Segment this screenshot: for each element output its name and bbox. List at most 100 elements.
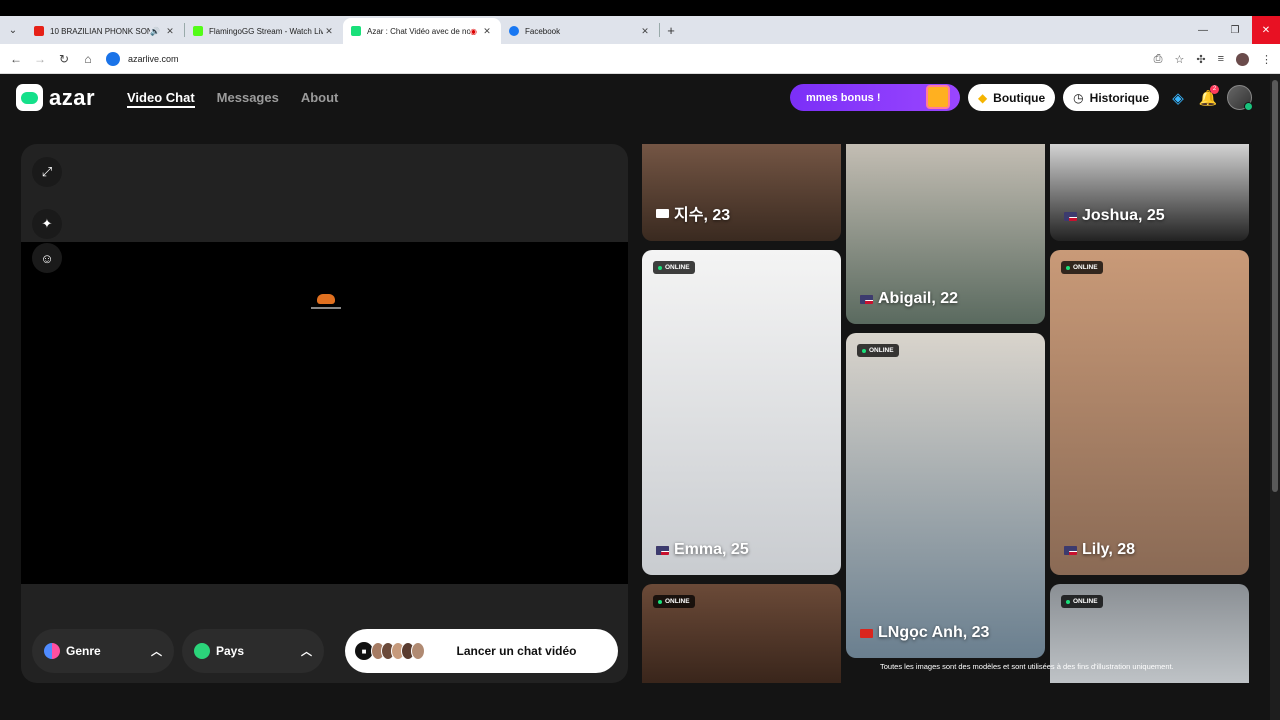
boutique-button[interactable]: ◆ Boutique: [967, 84, 1056, 111]
reload-icon[interactable]: ↻: [52, 52, 76, 66]
browser-tab-facebook[interactable]: Facebook ✕: [501, 18, 659, 44]
tab-close-icon[interactable]: ✕: [481, 26, 493, 37]
url-field[interactable]: azarlive.com: [106, 48, 1106, 70]
tab-title: Azar : Chat Vidéo avec de nouvelles: [367, 26, 471, 36]
online-dot-icon: [1066, 265, 1070, 270]
tab-close-icon[interactable]: ✕: [639, 26, 651, 37]
bonus-banner-button[interactable]: mmes bonus !: [789, 84, 960, 111]
site-info-icon[interactable]: [106, 51, 120, 66]
profile-name: LNgọc Anh, 23: [860, 624, 989, 642]
nav-video-chat[interactable]: Video Chat: [127, 90, 195, 108]
country-flag-icon: [1064, 545, 1077, 555]
clock-icon: ◷: [1073, 90, 1084, 105]
online-dot-icon: [862, 348, 866, 353]
profile-card[interactable]: Joshua, 25: [1050, 144, 1249, 241]
scrollbar-thumb[interactable]: [1272, 80, 1278, 492]
gem-wallet-icon[interactable]: ◈: [1167, 87, 1189, 109]
online-badge: ONLINE: [857, 344, 899, 357]
profile-card[interactable]: 지수, 23: [642, 144, 841, 241]
toolbar-right: ⎙ ☆ ✣ ≡ ⋮: [1154, 44, 1272, 74]
user-faces-stack: [371, 642, 425, 660]
header-actions: mmes bonus ! ◆ Boutique ◷ Historique ◈ 🔔…: [789, 84, 1253, 111]
launch-video-chat-button[interactable]: ■ Lancer un chat vidéo: [345, 629, 618, 673]
profile-card[interactable]: ONLINE LNgọc Anh, 23: [846, 333, 1045, 658]
azar-logo[interactable]: azar: [16, 84, 95, 111]
browser-tab-flamingo[interactable]: FlamingoGG Stream - Watch Live ✕: [185, 18, 343, 44]
country-flag-icon: [656, 545, 669, 555]
historique-button[interactable]: ◷ Historique: [1063, 84, 1159, 111]
online-label: ONLINE: [665, 598, 690, 605]
profile-card[interactable]: ONLINE: [642, 584, 841, 683]
new-tab-plus-icon[interactable]: +: [660, 23, 682, 38]
browser-tab-phonk[interactable]: 10 BRAZILIAN PHONK SONGS 🔊 ✕: [26, 18, 184, 44]
azar-logo-icon: [16, 84, 43, 111]
profile-card[interactable]: Abigail, 22: [846, 144, 1045, 324]
online-status-dot: [1244, 102, 1253, 111]
back-arrow-icon[interactable]: ←: [4, 52, 28, 66]
gem-icon: ◆: [977, 90, 988, 105]
genre-filter-button[interactable]: Genre ︿: [32, 629, 174, 673]
online-dot-icon: [658, 599, 662, 604]
nav-about[interactable]: About: [301, 90, 339, 108]
install-app-icon[interactable]: ⎙: [1154, 53, 1163, 66]
user-avatar[interactable]: [1227, 85, 1253, 111]
page-scrollbar[interactable]: [1270, 74, 1280, 720]
launch-label: Lancer un chat vidéo: [456, 644, 577, 658]
minimize-icon[interactable]: —: [1188, 16, 1218, 44]
browser-tab-azar[interactable]: Azar : Chat Vidéo avec de nouvelles ◉ ✕: [343, 18, 501, 44]
maximize-icon[interactable]: ❐: [1220, 16, 1250, 44]
pays-filter-button[interactable]: Pays ︿: [182, 629, 324, 673]
window-close-icon[interactable]: ✕: [1252, 16, 1280, 44]
gender-icon: [44, 643, 60, 659]
magic-wand-icon[interactable]: ✦: [32, 209, 62, 239]
profile-name: 지수, 23: [656, 201, 730, 225]
profile-name-text: Lily, 28: [1082, 541, 1136, 558]
historique-label: Historique: [1089, 90, 1149, 105]
loading-indicator: [311, 294, 341, 312]
online-badge: ONLINE: [1061, 261, 1103, 274]
tab-title: 10 BRAZILIAN PHONK SONGS: [50, 26, 151, 36]
pays-label: Pays: [216, 644, 245, 658]
nav-messages[interactable]: Messages: [217, 90, 279, 108]
browser-menu-icon[interactable]: ⋮: [1261, 53, 1272, 66]
profile-name-text: Joshua, 25: [1082, 207, 1165, 224]
tab-title: FlamingoGG Stream - Watch Live: [209, 26, 323, 36]
window-top-strip: [0, 0, 1280, 16]
globe-icon: [194, 643, 210, 659]
azar-favicon-icon: [351, 26, 361, 36]
online-badge: ONLINE: [653, 595, 695, 608]
tab-close-icon[interactable]: ✕: [323, 26, 335, 37]
country-flag-icon: [1064, 211, 1077, 221]
country-flag-icon: [656, 208, 669, 218]
genre-label: Genre: [66, 644, 101, 658]
expand-icon[interactable]: ⤢: [32, 157, 62, 187]
online-label: ONLINE: [1073, 264, 1098, 271]
video-chat-panel: ⤢ ✦ ☺ Genre ︿ Pays ︿ ■ Lancer un chat vi…: [21, 144, 628, 683]
address-bar: ← → ↻ ⌂ azarlive.com ⎙ ☆ ✣ ≡ ⋮: [0, 44, 1280, 74]
face-effects-icon[interactable]: ☺: [32, 243, 62, 273]
profile-card[interactable]: ONLINE Emma, 25: [642, 250, 841, 575]
media-queue-icon[interactable]: ≡: [1218, 53, 1224, 65]
extensions-puzzle-icon[interactable]: ✣: [1196, 53, 1205, 66]
tab-close-icon[interactable]: ✕: [164, 26, 176, 37]
notifications-bell-icon[interactable]: 🔔 2: [1197, 84, 1219, 109]
profile-card[interactable]: ONLINE Lily, 28: [1050, 250, 1249, 575]
chevron-up-icon: ︿: [151, 646, 162, 658]
boutique-label: Boutique: [993, 90, 1046, 105]
youtube-favicon-icon: [34, 26, 44, 36]
logo-text: azar: [49, 84, 96, 110]
home-icon[interactable]: ⌂: [76, 52, 100, 66]
online-badge: ONLINE: [1061, 595, 1103, 608]
profile-avatar-icon[interactable]: [1236, 52, 1249, 66]
kick-favicon-icon: [193, 26, 203, 36]
forward-arrow-icon[interactable]: →: [28, 52, 52, 66]
tab-title: Facebook: [525, 26, 561, 36]
online-label: ONLINE: [665, 264, 690, 271]
tab-search-chevron-icon[interactable]: ⌄: [0, 16, 26, 44]
speaker-icon[interactable]: 🔊: [150, 27, 160, 36]
country-flag-icon: [860, 294, 873, 304]
online-dot-icon: [1066, 599, 1070, 604]
profile-name-text: LNgọc Anh, 23: [878, 624, 990, 641]
bookmark-star-icon[interactable]: ☆: [1174, 53, 1184, 66]
url-text: azarlive.com: [128, 53, 179, 64]
